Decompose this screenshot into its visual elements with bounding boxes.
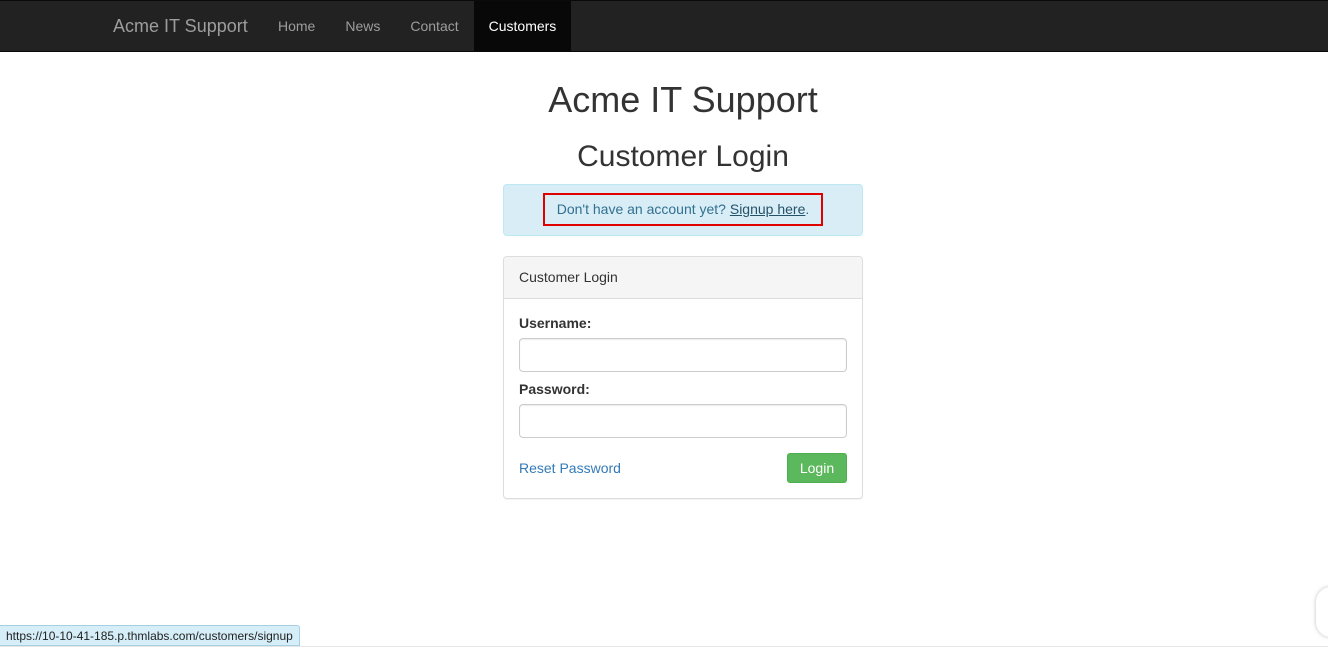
login-panel-heading: Customer Login [504, 257, 862, 299]
page-title: Acme IT Support [548, 79, 818, 120]
floating-widget-button[interactable] [1316, 587, 1328, 637]
signup-highlight-box: Don't have an account yet? Signup here. [543, 193, 823, 226]
page-subtitle: Customer Login [577, 140, 789, 173]
signup-alert: Don't have an account yet? Signup here. [503, 184, 863, 236]
nav-item-news[interactable]: News [330, 1, 395, 51]
nav-item-home[interactable]: Home [263, 1, 330, 51]
password-label: Password: [519, 381, 590, 397]
reset-password-link[interactable]: Reset Password [519, 460, 621, 476]
login-button[interactable]: Login [787, 453, 847, 483]
status-bar-url: https://10-10-41-185.p.thmlabs.com/custo… [0, 625, 300, 646]
username-label: Username: [519, 315, 592, 331]
nav-item-customers[interactable]: Customers [473, 1, 572, 51]
nav-item-contact[interactable]: Contact [395, 1, 473, 51]
username-input[interactable] [519, 338, 847, 372]
password-input[interactable] [519, 404, 847, 438]
navbar-brand[interactable]: Acme IT Support [113, 1, 248, 51]
navbar: Acme IT Support Home News Contact Custom… [0, 0, 1328, 52]
login-panel: Customer Login Username: Password: Reset… [503, 256, 863, 499]
navbar-menu: Home News Contact Customers [263, 1, 572, 51]
alert-text: Don't have an account yet? [556, 201, 730, 217]
alert-suffix: . [805, 201, 810, 217]
signup-link[interactable]: Signup here [730, 201, 806, 217]
